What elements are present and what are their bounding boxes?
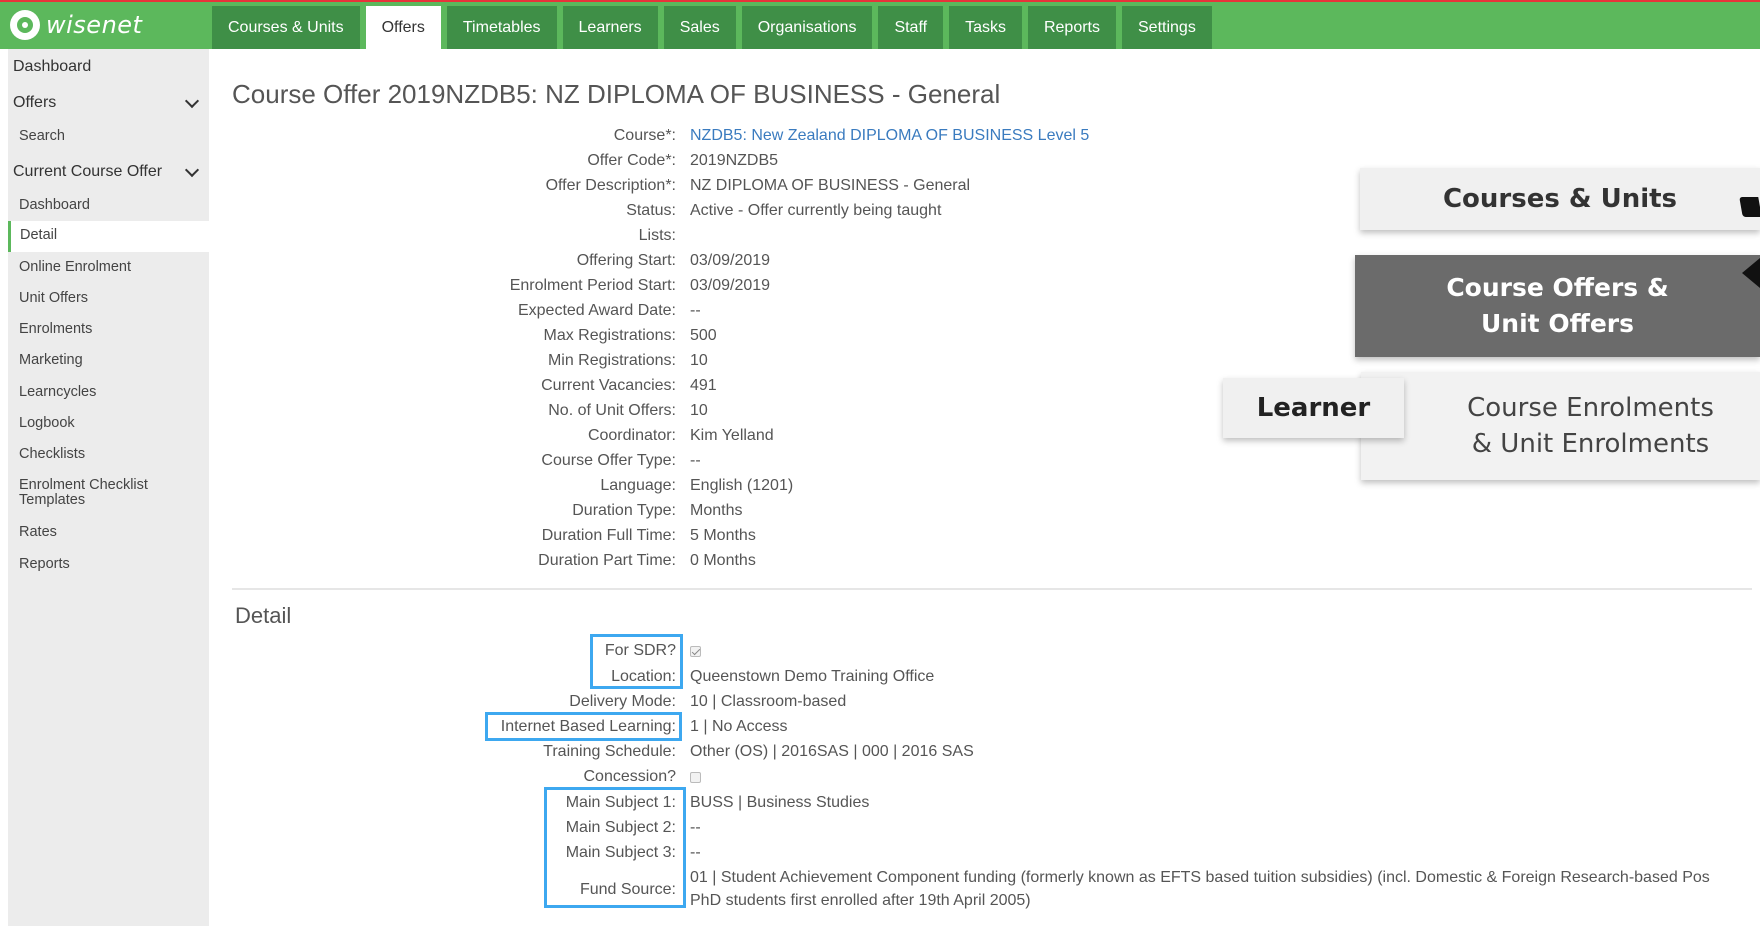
main-subject-2-value: -- xyxy=(690,819,701,836)
field-value: 10 xyxy=(690,402,708,419)
page-title: Course Offer 2019NZDB5: NZ DIPLOMA OF BU… xyxy=(232,79,1001,109)
field-label: Min Registrations: xyxy=(547,352,676,369)
wisenet-logo[interactable]: wisenet xyxy=(10,9,142,41)
concession-checkbox[interactable] xyxy=(690,772,701,783)
main-subject-3-value: -- xyxy=(690,844,701,861)
overlay-learner: Learner xyxy=(1223,378,1404,438)
tab-organisations[interactable]: Organisations xyxy=(741,6,873,49)
main-tabs: Courses & Units Offers Timetables Learne… xyxy=(212,6,1218,49)
field-value: -- xyxy=(690,452,701,469)
overlay-course-offers-line-1: Course Offers & xyxy=(1446,273,1669,302)
field-label: Expected Award Date: xyxy=(517,302,676,319)
highlight-sdr-location xyxy=(590,634,683,689)
tab-offers[interactable]: Offers xyxy=(365,6,441,49)
delivery-mode-label: Delivery Mode: xyxy=(569,693,676,710)
logo-text: wisenet xyxy=(46,11,143,39)
overlay-enrolments-line-1: Course Enrolments xyxy=(1467,393,1714,423)
field-label: Offering Start: xyxy=(576,252,676,269)
tab-settings[interactable]: Settings xyxy=(1122,6,1212,49)
for-sdr-checkbox[interactable] xyxy=(690,646,701,657)
fund-source-value-line-1: 01 | Student Achievement Component fundi… xyxy=(690,869,1710,886)
field-label: Offer Description*: xyxy=(545,177,676,194)
fund-source-value-line-2: PhD students first enrolled after 19th A… xyxy=(690,892,1031,909)
main-subject-1-value: BUSS | Business Studies xyxy=(690,794,870,811)
field-label: Duration Type: xyxy=(572,502,676,519)
tab-tasks[interactable]: Tasks xyxy=(949,6,1022,49)
field-value: 5 Months xyxy=(690,527,756,544)
section-divider xyxy=(232,588,1752,590)
field-label: Current Vacancies: xyxy=(541,377,676,394)
tab-reports[interactable]: Reports xyxy=(1027,6,1116,49)
field-value: NZ DIPLOMA OF BUSINESS - General xyxy=(690,177,971,194)
tab-learners[interactable]: Learners xyxy=(562,6,658,49)
wisenet-logo-icon xyxy=(10,10,40,40)
training-schedule-label: Training Schedule: xyxy=(543,743,676,760)
field-value: 03/09/2019 xyxy=(690,277,771,294)
overlay-course-offers: Course Offers & Unit Offers xyxy=(1355,255,1760,357)
concession-label: Concession? xyxy=(583,768,677,785)
overlay-enrolments-line-2: & Unit Enrolments xyxy=(1471,429,1710,459)
field-value: 03/09/2019 xyxy=(690,252,771,269)
field-label: Max Registrations: xyxy=(543,327,677,344)
accent-line xyxy=(0,0,1760,2)
chevron-down-icon[interactable] xyxy=(184,93,200,109)
field-label: Duration Full Time: xyxy=(541,527,676,544)
field-label: Course*: xyxy=(613,127,676,144)
detail-section-title: Detail xyxy=(235,603,292,628)
tab-timetables[interactable]: Timetables xyxy=(446,6,557,49)
sidebar-dashboard[interactable]: Dashboard xyxy=(8,58,209,76)
field-value: 500 xyxy=(690,327,717,344)
field-label: Coordinator: xyxy=(587,427,676,444)
tab-staff[interactable]: Staff xyxy=(878,6,944,49)
overlay-courses-units: Courses & Units xyxy=(1360,168,1760,230)
course-link[interactable]: NZDB5: New Zealand DIPLOMA OF BUSINESS L… xyxy=(690,127,1089,145)
field-label: Duration Part Time: xyxy=(538,552,676,569)
sidebar-offers[interactable]: Offers xyxy=(8,93,209,112)
field-value: 2019NZDB5 xyxy=(690,152,779,169)
top-navigation: wisenet Courses & Units Offers Timetable… xyxy=(0,0,1760,49)
tab-courses-units[interactable]: Courses & Units xyxy=(212,6,360,49)
sidebar-offers-label: Offers xyxy=(13,94,57,111)
field-label: Enrolment Period Start: xyxy=(509,277,676,294)
field-value: 491 xyxy=(690,377,717,394)
field-value: 0 Months xyxy=(690,552,756,569)
highlight-internet-based-learning xyxy=(485,712,682,741)
field-label: Status: xyxy=(626,202,676,219)
field-value: Months xyxy=(690,502,743,519)
field-label: Course Offer Type: xyxy=(541,452,676,469)
internet-based-learning-value: 1 | No Access xyxy=(690,718,788,735)
overlay-course-offers-line-2: Unit Offers xyxy=(1481,309,1634,338)
field-value: Kim Yelland xyxy=(690,427,774,444)
delivery-mode-value: 10 | Classroom-based xyxy=(690,693,847,710)
field-label: Language: xyxy=(600,477,676,494)
field-label: Lists: xyxy=(638,227,676,244)
field-value: 10 xyxy=(690,352,708,369)
training-schedule-value: Other (OS) | 2016SAS | 000 | 2016 SAS xyxy=(690,743,974,760)
field-value: Active - Offer currently being taught xyxy=(690,202,942,219)
arrow-shape xyxy=(1739,197,1760,217)
overlay-enrolments: Course Enrolments & Unit Enrolments xyxy=(1361,372,1760,480)
field-value: -- xyxy=(690,302,701,319)
location-value: Queenstown Demo Training Office xyxy=(690,668,935,685)
tab-sales[interactable]: Sales xyxy=(663,6,736,49)
highlight-main-subjects-fund-source xyxy=(544,787,686,908)
field-value: English (1201) xyxy=(690,477,794,494)
arrow-left-icon xyxy=(1742,258,1760,288)
field-label: No. of Unit Offers: xyxy=(548,402,676,419)
field-label: Offer Code*: xyxy=(587,152,676,169)
